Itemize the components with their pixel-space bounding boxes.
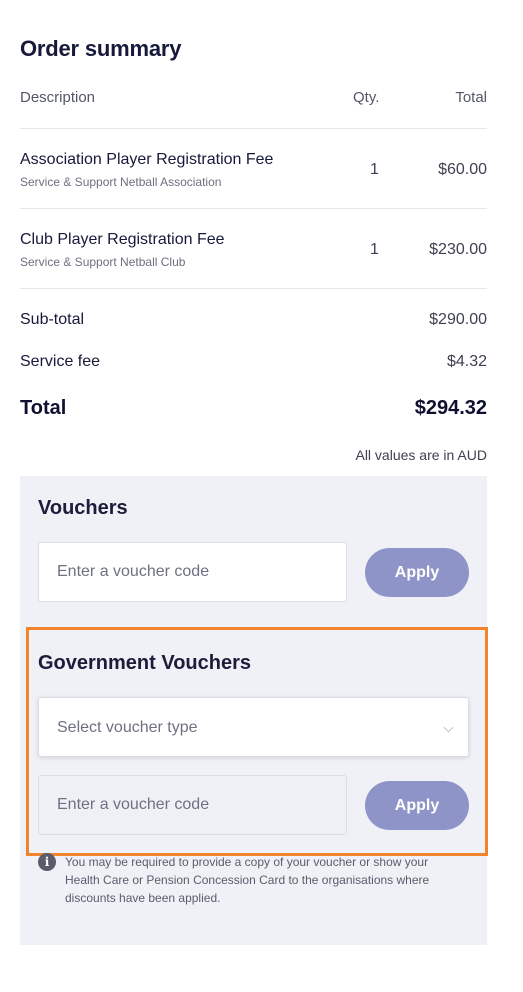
order-summary-page: Order summary Description Qty. Total Ass… [0, 0, 523, 992]
item-total: $60.00 [438, 161, 487, 178]
item-name: Club Player Registration Fee [20, 231, 225, 248]
header-description: Description [20, 89, 96, 106]
subtotal-label: Sub-total [20, 311, 85, 328]
voucher-type-placeholder: Select voucher type [57, 719, 198, 736]
currency-note: All values are in AUD [355, 447, 487, 463]
item-org: Service & Support Netball Association [20, 175, 222, 189]
item-total: $230.00 [429, 241, 487, 258]
item-qty: 1 [370, 241, 379, 258]
service-fee-label: Service fee [20, 353, 101, 370]
subtotal-row: Sub-total $290.00 [20, 311, 487, 333]
voucher-apply-button[interactable]: Apply [365, 548, 469, 597]
header-total: Total [455, 89, 487, 106]
item-name: Association Player Registration Fee [20, 151, 274, 168]
government-vouchers-heading: Government Vouchers [38, 652, 252, 674]
subtotal-value: $290.00 [429, 311, 487, 328]
divider [20, 208, 487, 209]
divider [20, 288, 487, 289]
service-fee-value: $4.32 [446, 353, 487, 370]
table-header: Description Qty. Total [20, 89, 487, 109]
line-item: Club Player Registration Fee Service & S… [20, 231, 487, 281]
total-value: $294.32 [414, 397, 487, 419]
vouchers-heading: Vouchers [38, 497, 128, 519]
government-voucher-apply-button[interactable]: Apply [365, 781, 469, 830]
chevron-down-icon [443, 722, 454, 733]
voucher-type-select[interactable]: Select voucher type [38, 697, 469, 757]
info-text: You may be required to provide a copy of… [65, 855, 430, 905]
service-fee-row: Service fee $4.32 [20, 353, 487, 375]
info-icon: i [38, 853, 56, 871]
voucher-code-input[interactable] [38, 542, 347, 602]
item-qty: 1 [370, 161, 379, 178]
divider [20, 128, 487, 129]
government-voucher-code-input[interactable] [38, 775, 347, 835]
header-qty: Qty. [353, 89, 380, 106]
page-title: Order summary [20, 36, 182, 61]
line-item: Association Player Registration Fee Serv… [20, 151, 487, 201]
total-row: Total $294.32 [20, 397, 487, 423]
total-label: Total [20, 397, 67, 419]
item-org: Service & Support Netball Club [20, 255, 186, 269]
